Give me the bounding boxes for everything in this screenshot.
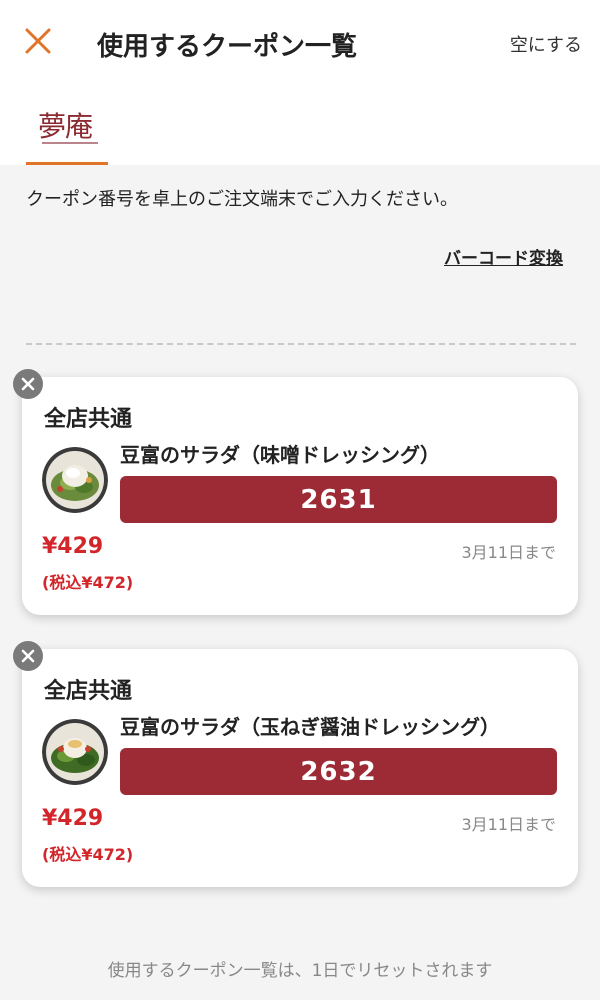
page-title: 使用するクーポン一覧	[97, 32, 358, 62]
coupon-price: ¥429	[42, 534, 104, 559]
coupon-code: 2632	[300, 756, 377, 787]
close-icon[interactable]	[22, 25, 54, 57]
coupon-product-name: 豆富のサラダ（玉ねぎ醤油ドレッシング）	[120, 715, 500, 739]
barcode-convert-link[interactable]: バーコード変換	[444, 244, 563, 269]
coupon-expiry: 3月11日まで	[461, 543, 556, 562]
coupon-price: ¥429	[42, 806, 104, 831]
coupon-code-button[interactable]: 2632	[120, 748, 557, 795]
coupon-store-label: 全店共通	[44, 407, 133, 432]
coupon-price-tax: (税込¥472)	[42, 845, 134, 864]
coupon-product-name: 豆富のサラダ（味噌ドレッシング）	[120, 443, 440, 467]
header: 使用するクーポン一覧 空にする 夢庵	[0, 0, 600, 165]
coupon-code: 2631	[300, 484, 377, 515]
clear-button[interactable]: 空にする	[510, 31, 582, 57]
instruction-text: クーポン番号を卓上のご注文端末でご入力ください。	[26, 189, 458, 210]
remove-coupon-button[interactable]	[13, 641, 43, 671]
remove-icon[interactable]	[21, 649, 35, 663]
coupon-price-tax: (税込¥472)	[42, 573, 134, 592]
brand-logo: 夢庵	[38, 110, 93, 143]
coupon-card: 全店共通 豆富のサラダ（味噌ドレッシング） 2631 ¥429 (税込¥472)…	[22, 377, 578, 615]
coupon-product-image	[42, 447, 108, 513]
coupon-product-image	[42, 719, 108, 785]
divider	[26, 343, 576, 345]
footer-note: 使用するクーポン一覧は、1日でリセットされます	[107, 961, 493, 981]
coupon-code-button[interactable]: 2631	[120, 476, 557, 523]
coupon-card: 全店共通 豆富のサラダ（玉ねぎ醤油ドレッシング） 2632 ¥429 (税込¥4…	[22, 649, 578, 887]
tab-brand[interactable]: 夢庵	[26, 95, 108, 165]
remove-icon[interactable]	[21, 377, 35, 391]
tab-active-indicator	[26, 162, 108, 165]
coupon-expiry: 3月11日まで	[461, 815, 556, 834]
remove-coupon-button[interactable]	[13, 369, 43, 399]
close-button[interactable]	[22, 25, 54, 57]
brand-logo-rule	[42, 142, 98, 144]
coupon-store-label: 全店共通	[44, 679, 133, 704]
